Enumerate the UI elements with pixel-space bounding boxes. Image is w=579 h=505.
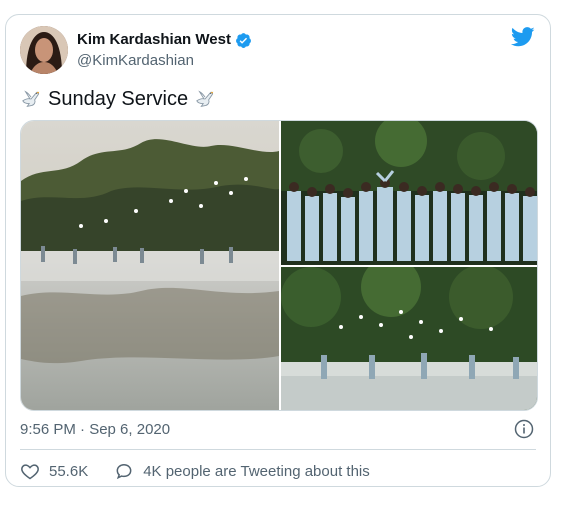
verified-badge-icon [235, 32, 252, 49]
media-grid [20, 120, 538, 411]
media-photo-1[interactable] [21, 121, 279, 410]
dove-icon [20, 88, 42, 110]
tweet-actions: 55.6K 4K people are Tweeting about this [20, 461, 396, 481]
speech-bubble-icon [116, 463, 132, 480]
tweet-timestamp[interactable]: 9:56 PM · Sep 6, 2020 [20, 421, 170, 438]
display-name[interactable]: Kim Kardashian West [77, 31, 252, 49]
conversation-link[interactable]: 4K people are Tweeting about this [114, 461, 370, 481]
twitter-bird-icon[interactable] [510, 27, 535, 47]
like-count: 55.6K [49, 462, 89, 480]
dove-icon [194, 88, 216, 110]
tweet-card[interactable]: Kim Kardashian West @KimKardashian Sunda… [5, 14, 551, 487]
divider [20, 449, 536, 450]
handle[interactable]: @KimKardashian [77, 52, 194, 69]
media-photo-3[interactable] [281, 267, 537, 410]
like-button[interactable]: 55.6K [20, 461, 88, 481]
media-photo-2[interactable] [281, 121, 537, 265]
display-name-text[interactable]: Kim Kardashian West [77, 31, 231, 49]
info-icon[interactable] [514, 419, 534, 439]
tweet-text: Sunday Service [20, 86, 216, 112]
tweet-text-body: Sunday Service [48, 88, 189, 110]
conversation-text[interactable]: 4K people are Tweeting about this [143, 463, 370, 480]
heart-icon [21, 464, 39, 480]
avatar[interactable] [20, 26, 68, 74]
